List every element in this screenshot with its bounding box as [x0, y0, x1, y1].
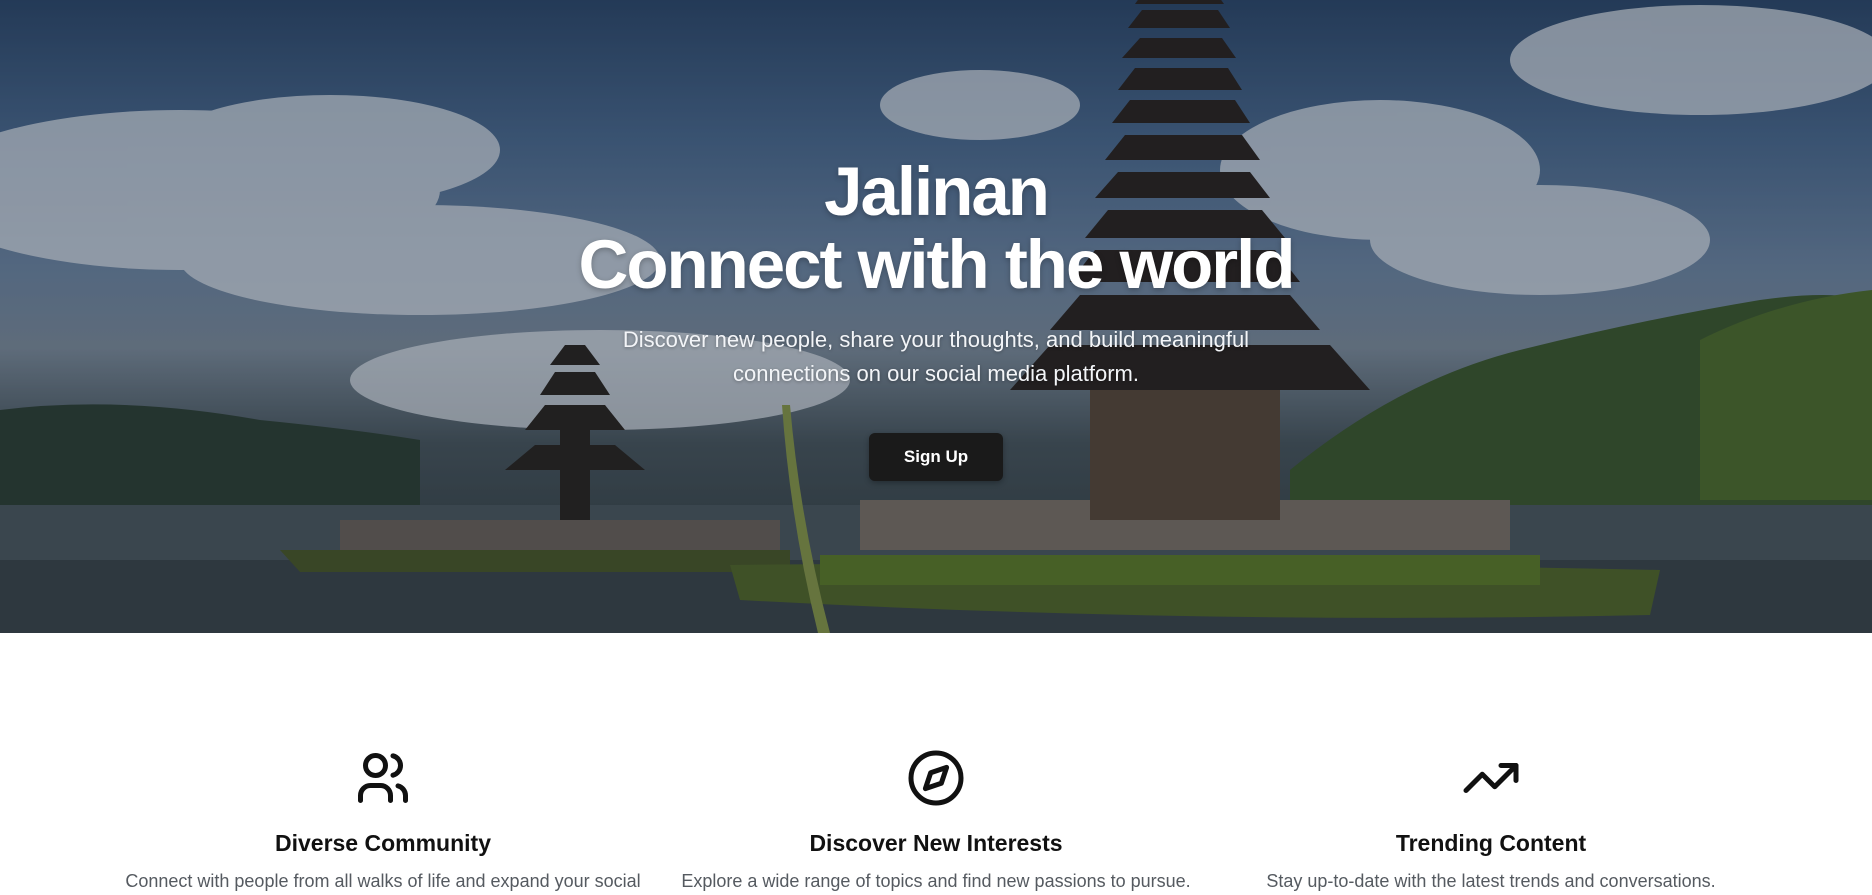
feature-trending-content: Trending Content Stay up-to-date with th… — [1211, 748, 1771, 894]
brand-name: Jalinan — [824, 153, 1050, 230]
hero-tagline: Connect with the world — [578, 226, 1296, 303]
compass-icon — [908, 750, 964, 806]
feature-title: Trending Content — [1395, 830, 1587, 856]
feature-title: Discover New Interests — [809, 830, 1063, 856]
users-icon — [358, 753, 408, 803]
hero-content: Jalinan Connect with the world Discover … — [0, 155, 1872, 481]
feature-description: Explore a wide range of topics and find … — [681, 871, 1191, 891]
feature-title: Diverse Community — [274, 830, 491, 856]
feature-discover-interests: Discover New Interests Explore a wide ra… — [656, 748, 1216, 894]
features-section: Diverse Community Connect with people fr… — [0, 633, 1872, 895]
feature-diverse-community: Diverse Community Connect with people fr… — [103, 748, 663, 894]
hero-subtitle: Discover new people, share your thoughts… — [622, 327, 1250, 386]
trending-up-icon — [1463, 763, 1519, 793]
hero-title: Jalinan Connect with the world — [0, 155, 1872, 301]
feature-description: Connect with people from all walks of li… — [125, 871, 641, 891]
hero-section: Jalinan Connect with the world Discover … — [0, 0, 1872, 633]
feature-description: Stay up-to-date with the latest trends a… — [1266, 871, 1716, 891]
sign-up-button[interactable]: Sign Up — [869, 433, 1003, 481]
